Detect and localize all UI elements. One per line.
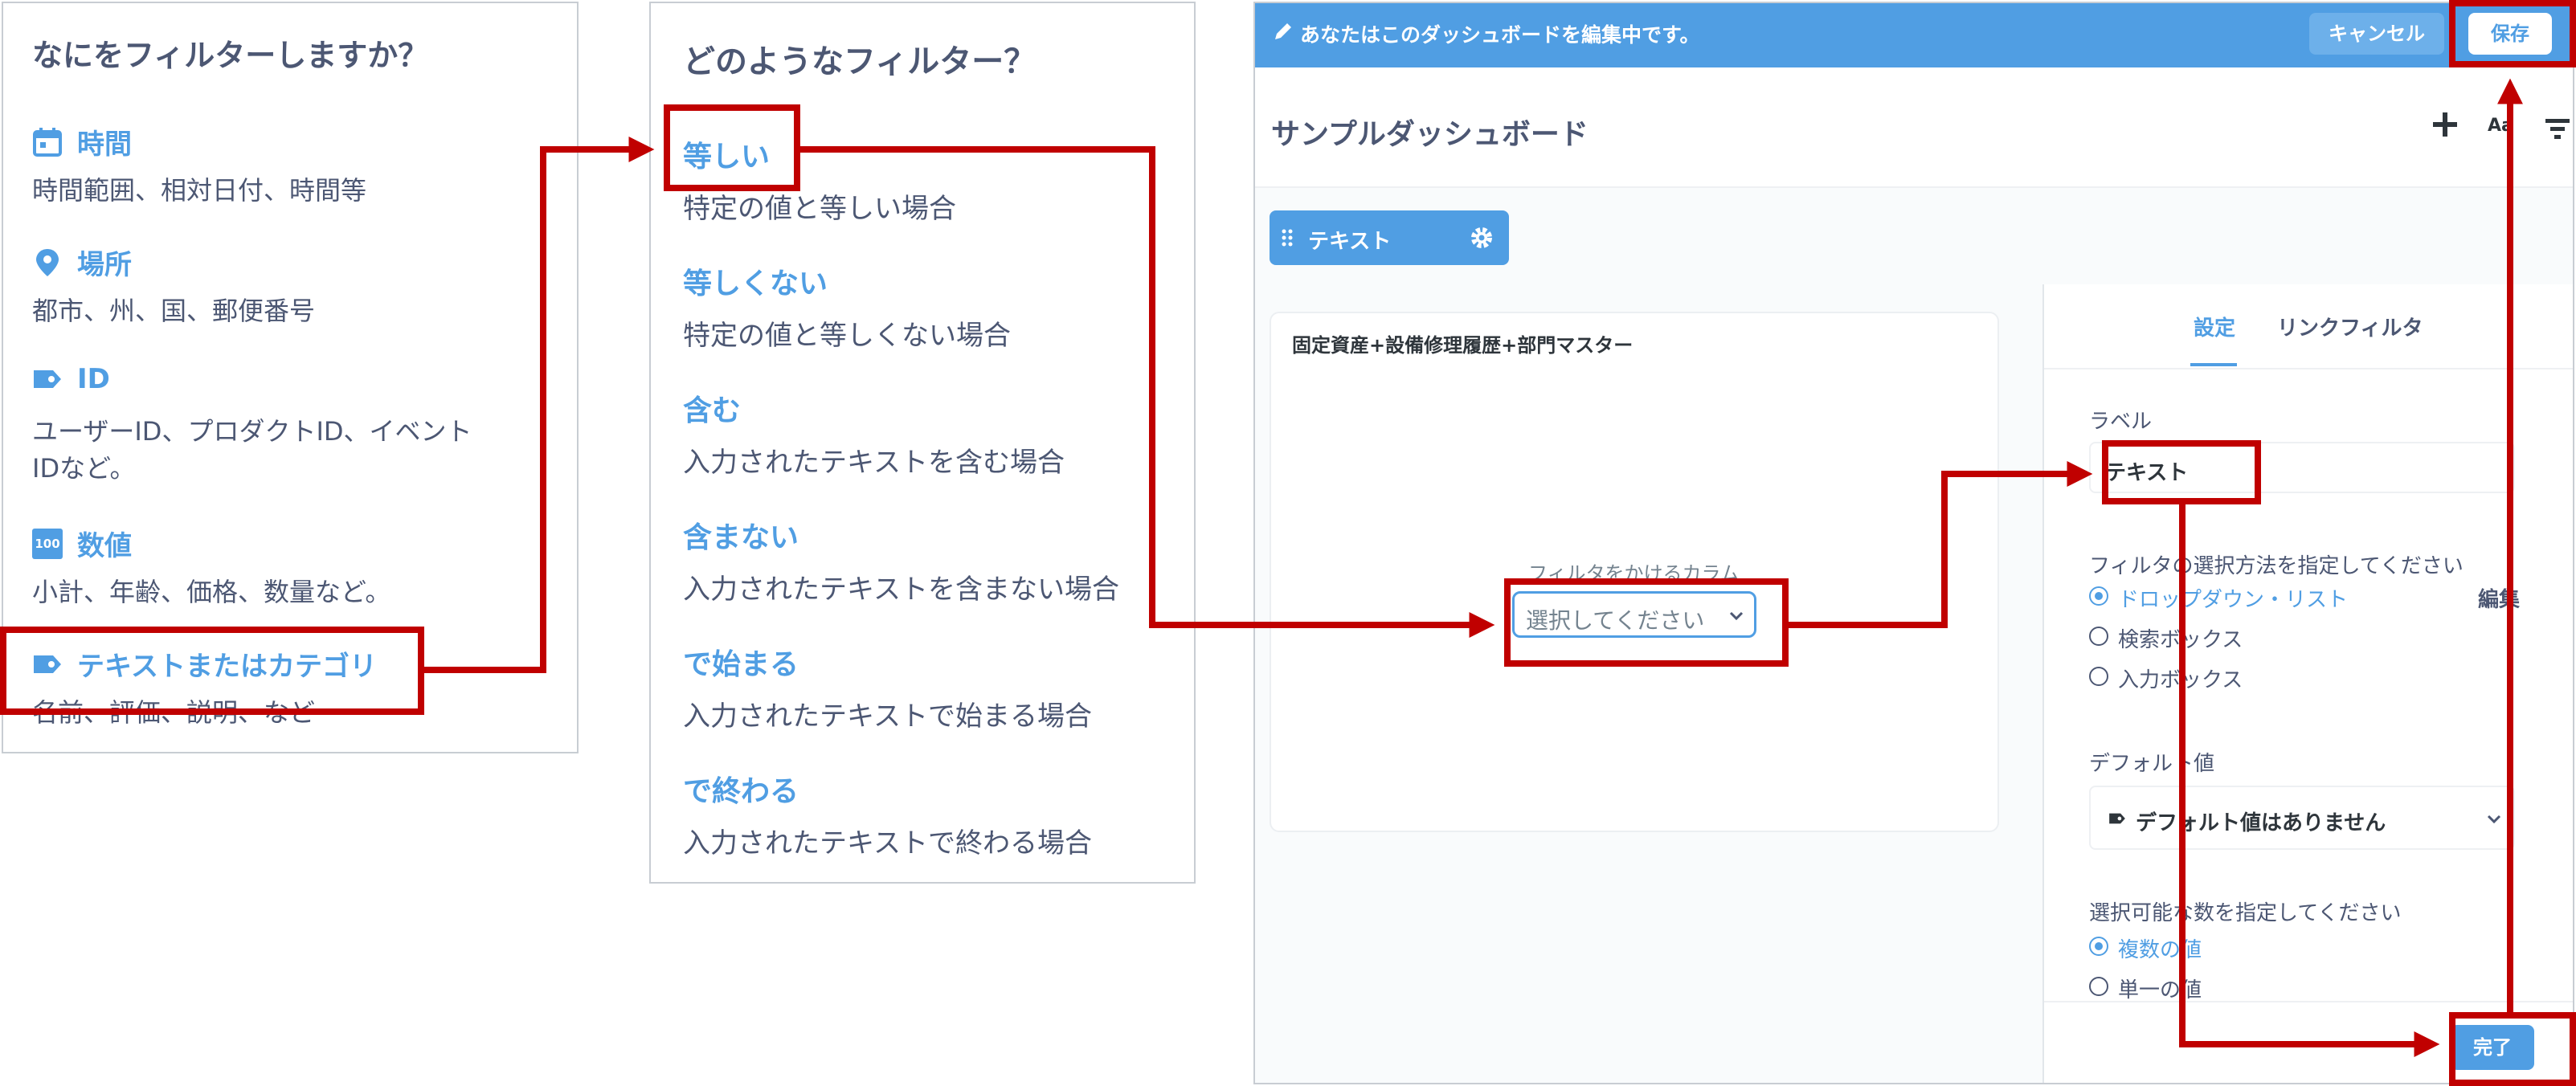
dashboard-title: サンプルダッシュボード bbox=[1271, 118, 1589, 151]
header-bar: サンプルダッシュボード Aa bbox=[1255, 67, 2573, 186]
filter-type-description: 入力されたテキストで始まる場合 bbox=[683, 700, 1092, 733]
tag-icon bbox=[32, 364, 63, 394]
option-description-line2: IDなど。 bbox=[32, 453, 136, 484]
filter-type-description: 入力されたテキストを含む場合 bbox=[683, 447, 1065, 479]
option-label: 場所 bbox=[77, 249, 132, 281]
chevron-down-icon bbox=[2486, 811, 2502, 831]
radio-single-value[interactable] bbox=[2089, 977, 2108, 996]
tab-linked-filters[interactable]: リンクフィルタ bbox=[2277, 312, 2423, 341]
pencil-icon bbox=[1273, 21, 1294, 45]
done-button[interactable]: 完了 bbox=[2451, 1025, 2534, 1070]
filter-type-description: 入力されたテキストを含まない場合 bbox=[683, 574, 1119, 606]
edit-mode-banner: あなたはこのダッシュボードを編集中です。 キャンセル 保存 bbox=[1255, 3, 2573, 67]
label-input-value: テキスト bbox=[2105, 461, 2189, 485]
panel-title: なにをフィルターしますか？ bbox=[32, 38, 429, 73]
filter-settings-sidebar: 設定 リンクフィルタ ラベル テキスト フィルタの選択方法を指定してください ド… bbox=[2042, 284, 2573, 1083]
dashboard-editor-panel: あなたはこのダッシュボードを編集中です。 キャンセル 保存 サンプルダッシュボー… bbox=[1253, 2, 2574, 1084]
filter-chip-label: テキスト bbox=[1308, 230, 1392, 254]
filter-type-not-equals[interactable]: 等しくない bbox=[683, 260, 828, 302]
number-icon: 100 bbox=[32, 528, 63, 559]
radio-search-box-label[interactable]: 検索ボックス bbox=[2118, 623, 2243, 653]
radio-input-box[interactable] bbox=[2089, 667, 2108, 686]
radio-search-box[interactable] bbox=[2089, 627, 2108, 646]
option-label: 数値 bbox=[77, 530, 132, 562]
radio-multiple-values[interactable] bbox=[2089, 937, 2108, 956]
tab-divider bbox=[2044, 368, 2573, 369]
option-id[interactable]: ID bbox=[32, 363, 110, 395]
divider bbox=[1255, 186, 2573, 188]
location-pin-icon bbox=[32, 247, 63, 278]
default-value-select[interactable]: デフォルト値はありません bbox=[2089, 786, 2515, 850]
default-value-heading: デフォルト値 bbox=[2089, 752, 2215, 776]
tag-icon bbox=[32, 649, 63, 680]
radio-dropdown-label[interactable]: ドロップダウン・リスト bbox=[2118, 583, 2348, 613]
filter-type-equals[interactable]: 等しい bbox=[683, 133, 770, 175]
plus-icon[interactable] bbox=[2431, 111, 2459, 141]
filter-type-panel: どのようなフィルター？ 等しい 特定の値と等しい場合 等しくない 特定の値と等し… bbox=[649, 2, 1196, 884]
card-title: 固定資産+設備修理履歴+部門マスター bbox=[1292, 334, 1634, 357]
sidebar-footer: 完了 bbox=[2044, 1001, 2573, 1083]
tab-active-underline bbox=[2190, 363, 2237, 366]
tag-icon bbox=[2108, 810, 2126, 831]
option-description: 都市、州、国、郵便番号 bbox=[32, 296, 316, 326]
column-select[interactable]: 選択してください bbox=[1512, 591, 1756, 638]
option-description: 時間範囲、相対日付、時間等 bbox=[32, 175, 367, 206]
tab-settings[interactable]: 設定 bbox=[2194, 312, 2235, 341]
banner-text: あなたはこのダッシュボードを編集中です。 bbox=[1300, 23, 1700, 47]
filter-type-description: 特定の値と等しくない場合 bbox=[683, 320, 1011, 352]
filter-type-description: 特定の値と等しい場合 bbox=[683, 193, 956, 225]
method-edit-link[interactable]: 編集 bbox=[2478, 583, 2520, 613]
panel-title: どのようなフィルター？ bbox=[683, 43, 1037, 80]
save-button[interactable]: 保存 bbox=[2468, 13, 2552, 55]
column-mapping-label: フィルタをかけるカラム bbox=[1528, 562, 1740, 585]
column-select-placeholder: 選択してください bbox=[1526, 607, 1705, 634]
option-description: ユーザーID、プロダクトID、イベント bbox=[32, 416, 472, 447]
option-time[interactable]: 時間 bbox=[32, 122, 132, 161]
method-heading: フィルタの選択方法を指定してください bbox=[2089, 554, 2464, 578]
radio-single-value-label[interactable]: 単一の値 bbox=[2118, 974, 2202, 1003]
text-card-icon[interactable]: Aa bbox=[2488, 116, 2513, 136]
dashboard-card: 固定資産+設備修理履歴+部門マスター フィルタをかけるカラム 選択してください bbox=[1270, 312, 1999, 832]
filter-type-contains[interactable]: 含む bbox=[683, 387, 741, 429]
option-label: テキストまたはカテゴリ bbox=[77, 651, 377, 683]
radio-input-box-label[interactable]: 入力ボックス bbox=[2118, 663, 2243, 693]
option-text-category[interactable]: テキストまたはカテゴリ bbox=[32, 644, 377, 684]
filter-type-starts-with[interactable]: で始まる bbox=[683, 641, 799, 683]
filter-icon[interactable] bbox=[2544, 117, 2571, 143]
calendar-icon bbox=[32, 127, 63, 157]
option-location[interactable]: 場所 bbox=[32, 243, 132, 282]
option-label: 時間 bbox=[77, 129, 132, 161]
option-number[interactable]: 100 数値 bbox=[32, 524, 132, 563]
label-heading: ラベル bbox=[2089, 410, 2153, 434]
label-input[interactable]: テキスト bbox=[2089, 442, 2515, 493]
selection-count-heading: 選択可能な数を指定してください bbox=[2089, 901, 2402, 925]
radio-multiple-values-label[interactable]: 複数の値 bbox=[2118, 933, 2202, 963]
filter-type-not-contains[interactable]: 含まない bbox=[683, 514, 799, 556]
option-description: 小計、年齢、価格、数量など。 bbox=[32, 577, 391, 607]
cancel-button[interactable]: キャンセル bbox=[2309, 13, 2444, 55]
filter-type-description: 入力されたテキストで終わる場合 bbox=[683, 827, 1092, 859]
radio-dropdown[interactable] bbox=[2089, 586, 2108, 606]
filter-type-ends-with[interactable]: で終わる bbox=[683, 768, 799, 810]
option-label: ID bbox=[77, 363, 110, 395]
filter-category-panel: なにをフィルターしますか？ 時間 時間範囲、相対日付、時間等 場所 都市、州、国… bbox=[2, 2, 579, 753]
chevron-down-icon bbox=[1728, 608, 1744, 627]
default-value-text: デフォルト値はありません bbox=[2136, 811, 2386, 835]
option-description: 名前、評価、説明、など bbox=[32, 697, 316, 728]
filter-chip[interactable]: テキスト bbox=[1270, 210, 1509, 265]
gear-icon[interactable] bbox=[1469, 225, 1494, 256]
drag-handle-icon[interactable] bbox=[1281, 228, 1294, 253]
